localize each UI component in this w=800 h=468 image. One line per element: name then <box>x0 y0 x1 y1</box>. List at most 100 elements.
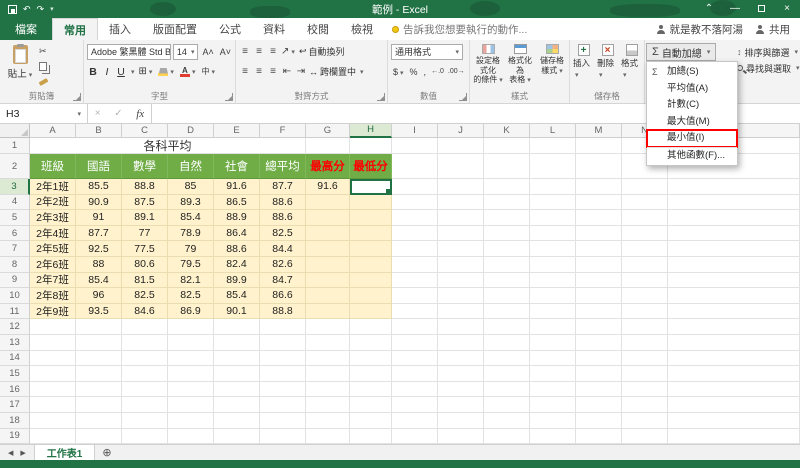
data-cell-E10[interactable]: 85.4 <box>214 288 260 304</box>
autosum-button[interactable]: Σ 自動加總 ▾ <box>646 43 716 61</box>
empty-cell[interactable] <box>438 257 484 273</box>
data-cell-D8[interactable]: 79.5 <box>168 257 214 273</box>
empty-cell[interactable] <box>392 351 438 367</box>
data-cell-A4[interactable]: 2年2班 <box>30 195 76 211</box>
data-cell-E8[interactable]: 82.4 <box>214 257 260 273</box>
empty-cell[interactable] <box>622 304 668 320</box>
row-header-8[interactable]: 8 <box>0 257 30 273</box>
align-left-icon[interactable]: ≡ <box>239 66 251 77</box>
copy-icon[interactable] <box>37 60 50 73</box>
tab-insert[interactable]: 插入 <box>98 18 142 40</box>
column-header-G[interactable]: G <box>306 124 350 138</box>
empty-cell[interactable] <box>530 273 576 289</box>
data-cell-F3[interactable]: 87.7 <box>260 179 306 195</box>
font-color-icon[interactable]: A▾ <box>178 67 198 77</box>
empty-cell[interactable] <box>30 413 76 429</box>
data-cell-F11[interactable]: 88.8 <box>260 304 306 320</box>
data-cell-B8[interactable]: 88 <box>76 257 122 273</box>
empty-cell[interactable] <box>30 382 76 398</box>
data-cell-D3[interactable]: 85 <box>168 179 214 195</box>
decrease-font-icon[interactable]: A˅ <box>218 47 233 57</box>
empty-cell[interactable] <box>122 319 168 335</box>
align-bottom-icon[interactable]: ≡ <box>267 46 279 57</box>
number-dialog-launcher-icon[interactable] <box>459 93 467 101</box>
empty-cell[interactable] <box>438 397 484 413</box>
tab-page-layout[interactable]: 版面配置 <box>142 18 208 40</box>
data-cell-A11[interactable]: 2年9班 <box>30 304 76 320</box>
empty-cell[interactable] <box>484 366 530 382</box>
empty-cell[interactable] <box>576 382 622 398</box>
cancel-icon[interactable]: × <box>95 108 101 119</box>
table-header-cell-E2[interactable]: 社會 <box>214 154 260 179</box>
empty-cell[interactable] <box>168 319 214 335</box>
row-header-9[interactable]: 9 <box>0 273 30 289</box>
empty-cell[interactable] <box>350 429 392 445</box>
empty-cell[interactable] <box>530 195 576 211</box>
data-cell-C9[interactable]: 81.5 <box>122 273 168 289</box>
empty-cell[interactable] <box>392 413 438 429</box>
empty-cell[interactable] <box>622 429 668 445</box>
empty-cell[interactable] <box>576 335 622 351</box>
data-cell-B5[interactable]: 91 <box>76 210 122 226</box>
font-dialog-launcher-icon[interactable] <box>225 93 233 101</box>
empty-cell[interactable] <box>622 210 668 226</box>
data-cell-E7[interactable]: 88.6 <box>214 241 260 257</box>
row-header-3[interactable]: 3 <box>0 179 30 195</box>
empty-cell[interactable] <box>392 319 438 335</box>
empty-cell[interactable] <box>76 397 122 413</box>
data-cell-B4[interactable]: 90.9 <box>76 195 122 211</box>
increase-indent-icon[interactable]: ⇥ <box>295 66 307 77</box>
bold-button[interactable]: B <box>87 66 99 78</box>
tab-formulas[interactable]: 公式 <box>208 18 252 40</box>
data-cell-G9[interactable] <box>306 273 350 289</box>
data-cell-H9[interactable] <box>350 273 392 289</box>
data-cell-F10[interactable]: 86.6 <box>260 288 306 304</box>
empty-cell[interactable] <box>576 257 622 273</box>
menu-item-average[interactable]: 平均值(A) <box>647 81 737 98</box>
empty-cell[interactable] <box>530 429 576 445</box>
empty-cell[interactable] <box>530 154 576 179</box>
empty-cell[interactable] <box>622 366 668 382</box>
column-header-F[interactable]: F <box>260 124 306 138</box>
data-cell-B7[interactable]: 92.5 <box>76 241 122 257</box>
column-header-B[interactable]: B <box>76 124 122 138</box>
empty-cell[interactable] <box>484 154 530 179</box>
empty-cell[interactable] <box>438 226 484 242</box>
empty-cell[interactable] <box>30 335 76 351</box>
format-as-table-button[interactable]: 格式化為 表格▾ <box>505 44 535 91</box>
empty-cell[interactable] <box>214 429 260 445</box>
close-icon[interactable]: × <box>774 0 800 19</box>
empty-cell[interactable] <box>576 429 622 445</box>
empty-cell[interactable] <box>392 288 438 304</box>
empty-cell[interactable] <box>392 195 438 211</box>
data-cell-C4[interactable]: 87.5 <box>122 195 168 211</box>
row-header-17[interactable]: 17 <box>0 397 30 413</box>
empty-cell[interactable] <box>438 382 484 398</box>
empty-cell[interactable] <box>484 273 530 289</box>
empty-cell[interactable] <box>350 397 392 413</box>
insert-cells-button[interactable]: + 插入▾ <box>573 44 594 91</box>
empty-cell[interactable] <box>76 351 122 367</box>
empty-cell[interactable] <box>392 273 438 289</box>
empty-cell[interactable] <box>576 226 622 242</box>
menu-item-min[interactable]: 最小值(I) <box>647 130 737 147</box>
empty-cell[interactable] <box>168 351 214 367</box>
undo-icon[interactable]: ↶ <box>23 0 31 18</box>
empty-cell[interactable] <box>484 351 530 367</box>
empty-cell[interactable] <box>622 397 668 413</box>
empty-cell[interactable] <box>350 319 392 335</box>
data-cell-E4[interactable]: 86.5 <box>214 195 260 211</box>
column-header-A[interactable]: A <box>30 124 76 138</box>
next-sheet-icon[interactable]: ▶ <box>20 449 25 457</box>
empty-cell[interactable] <box>622 382 668 398</box>
empty-cell[interactable] <box>350 382 392 398</box>
tab-view[interactable]: 檢視 <box>340 18 384 40</box>
empty-cell[interactable] <box>576 138 622 154</box>
empty-cell[interactable] <box>438 273 484 289</box>
empty-cell[interactable] <box>76 335 122 351</box>
row-header-19[interactable]: 19 <box>0 429 30 445</box>
empty-cell[interactable] <box>576 154 622 179</box>
row-header-1[interactable]: 1 <box>0 138 30 154</box>
empty-cell[interactable] <box>260 366 306 382</box>
empty-cell[interactable] <box>392 210 438 226</box>
